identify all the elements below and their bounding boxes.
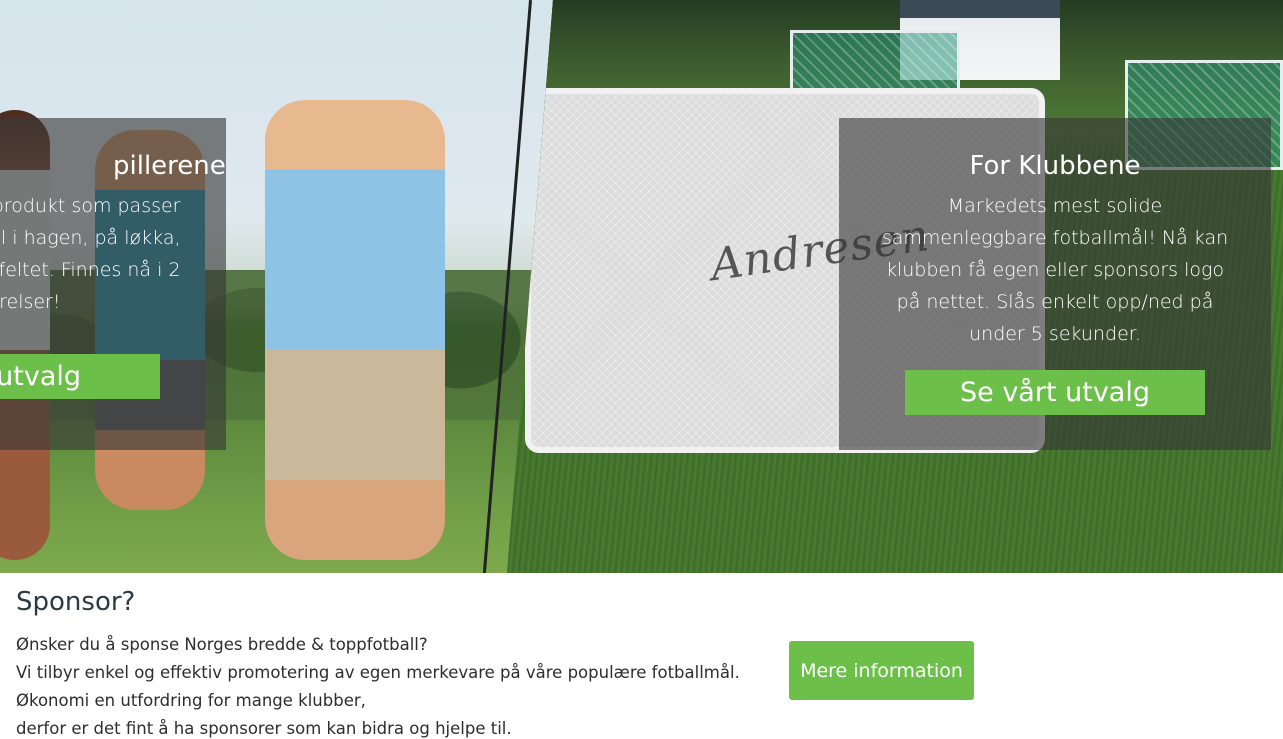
clubs-selection-button[interactable]: Se vårt utvalg — [905, 370, 1205, 415]
sponsor-title: Sponsor? — [16, 587, 136, 617]
sponsor-line: Ønsker du å sponse Norges bredde & toppf… — [16, 635, 428, 654]
sponsor-text: Ønsker du å sponse Norges bredde & toppf… — [16, 631, 740, 739]
players-heading: pillerene — [113, 151, 226, 181]
sponsor-section: Sponsor? Ønsker du å sponse Norges bredd… — [0, 573, 1283, 739]
clubs-overlay: For Klubbene Markedets mest solide samme… — [839, 118, 1271, 450]
players-text-line: feltet. Finnes nå i 2 — [0, 259, 181, 281]
players-overlay: pillerene produkt som passer pill i hage… — [0, 118, 226, 450]
sponsor-line: Vi tilbyr enkel og effektiv promotering … — [16, 663, 740, 682]
clubs-text: Markedets mest solide sammenleggbare fot… — [881, 195, 1229, 345]
players-text-line: pill i hagen, på løkka, — [0, 227, 181, 249]
players-text: produkt som passer pill i hagen, på løkk… — [0, 190, 211, 318]
players-selection-button[interactable]: t utvalg — [0, 354, 160, 399]
sponsor-line: Økonomi en utfordring for mange klubber, — [16, 691, 366, 710]
players-text-line: produkt som passer — [0, 195, 181, 217]
players-text-line: relser! — [0, 291, 61, 313]
more-information-button[interactable]: Mere information — [789, 641, 974, 700]
clubs-heading: For Klubbene — [969, 151, 1141, 181]
hero-banner: Andresen pillerene produkt som passer pi… — [0, 0, 1283, 573]
sponsor-line: derfor er det fint å ha sponsorer som ka… — [16, 719, 512, 738]
kid-figure — [265, 100, 445, 560]
